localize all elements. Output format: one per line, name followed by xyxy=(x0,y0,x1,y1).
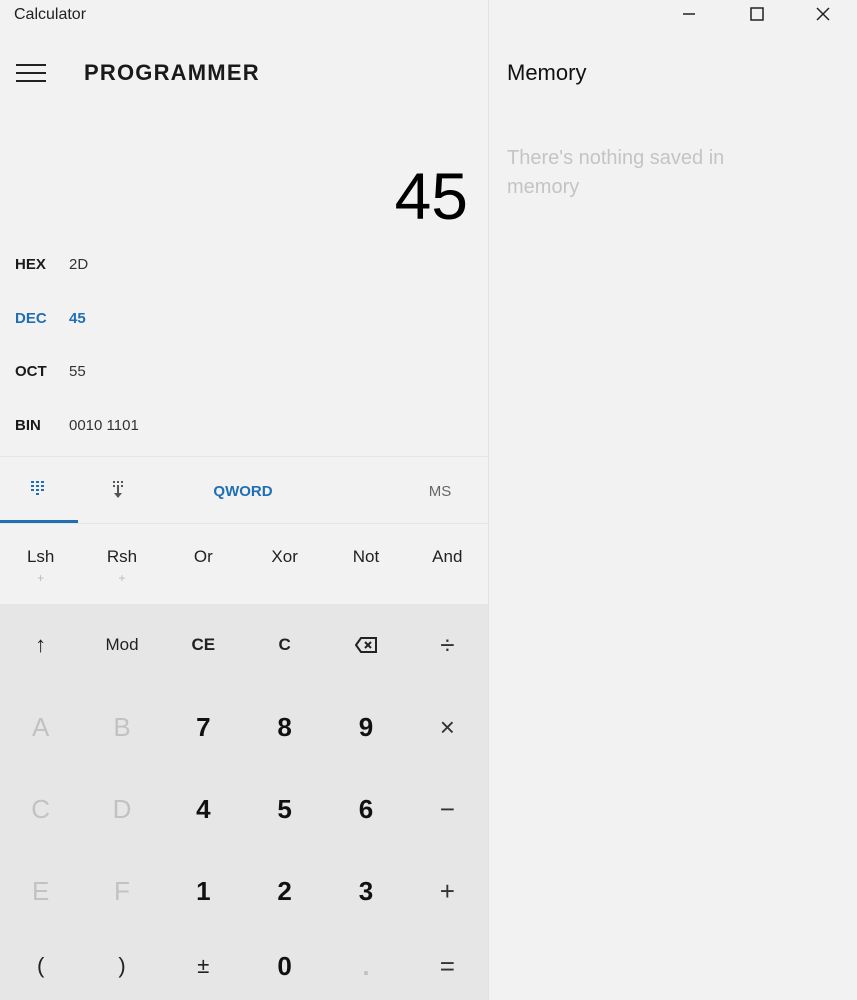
radix-label: HEX xyxy=(15,255,46,273)
bitop-sub: + xyxy=(118,571,126,585)
radix-hex[interactable]: HEX 2D xyxy=(0,244,488,284)
maximize-icon xyxy=(750,7,764,21)
key-b[interactable]: B xyxy=(81,686,162,768)
bitop-label: Lsh xyxy=(26,547,55,566)
close-paren-button[interactable]: ) xyxy=(81,932,162,1000)
rsh-button[interactable]: Rsh + xyxy=(81,526,162,604)
key-e[interactable]: E xyxy=(0,850,81,932)
keypad: ↑ Mod CE C ÷ A B 7 8 9 × C D 4 5 6 − E F… xyxy=(0,604,488,1000)
key-a[interactable]: A xyxy=(0,686,81,768)
subtract-button[interactable]: − xyxy=(407,768,488,850)
key-7[interactable]: 7 xyxy=(163,686,244,768)
bitop-label: Xor xyxy=(271,547,298,566)
bitop-sub: + xyxy=(37,571,45,585)
key-9[interactable]: 9 xyxy=(325,686,406,768)
keypad-icon xyxy=(31,481,44,495)
radix-label: BIN xyxy=(15,416,41,434)
radix-label: OCT xyxy=(15,362,47,380)
key-c[interactable]: C xyxy=(0,768,81,850)
decimal-button[interactable]: . xyxy=(325,932,406,1000)
result-display: 45 xyxy=(394,159,468,233)
keypad-mode-bar: QWORD MS xyxy=(0,460,488,522)
minimize-icon xyxy=(683,13,695,15)
window-title: Calculator xyxy=(14,6,87,23)
close-button[interactable] xyxy=(800,0,846,28)
divider xyxy=(0,456,488,457)
equals-button[interactable]: = xyxy=(407,932,488,1000)
bitop-label: Not xyxy=(352,547,380,566)
lsh-button[interactable]: Lsh + xyxy=(0,526,81,604)
memory-store-button[interactable]: MS xyxy=(395,460,485,522)
calculator-pane: Calculator PROGRAMMER 45 HEX 2D DEC 45 O… xyxy=(0,0,488,1000)
bit-toggle-icon xyxy=(113,481,123,498)
bitop-label: And xyxy=(432,547,463,566)
memory-title: Memory xyxy=(507,60,587,85)
key-f[interactable]: F xyxy=(81,850,162,932)
mode-title: PROGRAMMER xyxy=(84,60,260,85)
or-button[interactable]: Or xyxy=(163,526,244,604)
clear-entry-button[interactable]: CE xyxy=(163,604,244,686)
key-1[interactable]: 1 xyxy=(163,850,244,932)
tab-bit-toggling[interactable] xyxy=(78,460,160,522)
radix-label: DEC xyxy=(15,309,47,327)
radix-value: 2D xyxy=(69,255,89,273)
backspace-icon xyxy=(354,637,377,653)
key-6[interactable]: 6 xyxy=(325,768,406,850)
clear-button[interactable]: C xyxy=(244,604,325,686)
menu-button[interactable] xyxy=(12,58,52,88)
minimize-button[interactable] xyxy=(666,0,712,28)
hamburger-icon xyxy=(16,64,46,66)
key-3[interactable]: 3 xyxy=(325,850,406,932)
bitop-label: Or xyxy=(193,547,213,566)
shift-up-button[interactable]: ↑ xyxy=(0,604,81,686)
key-8[interactable]: 8 xyxy=(244,686,325,768)
radix-value: 45 xyxy=(69,309,86,327)
radix-bin[interactable]: BIN 0010 1101 xyxy=(0,405,488,445)
tab-full-keypad[interactable] xyxy=(0,460,78,522)
multiply-button[interactable]: × xyxy=(407,686,488,768)
key-2[interactable]: 2 xyxy=(244,850,325,932)
memory-empty-message: There's nothing saved in memory xyxy=(507,147,725,198)
not-button[interactable]: Not xyxy=(325,526,406,604)
radix-value: 55 xyxy=(69,362,86,380)
backspace-button[interactable] xyxy=(325,604,406,686)
and-button[interactable]: And xyxy=(407,526,488,604)
key-5[interactable]: 5 xyxy=(244,768,325,850)
key-0[interactable]: 0 xyxy=(244,932,325,1000)
bitwise-operators: Lsh + Rsh + Or Xor Not And xyxy=(0,526,488,604)
radix-oct[interactable]: OCT 55 xyxy=(0,351,488,391)
key-d[interactable]: D xyxy=(81,768,162,850)
open-paren-button[interactable]: ( xyxy=(0,932,81,1000)
negate-button[interactable]: ± xyxy=(163,932,244,1000)
mod-button[interactable]: Mod xyxy=(81,604,162,686)
divide-button[interactable]: ÷ xyxy=(407,604,488,686)
maximize-button[interactable] xyxy=(734,0,780,28)
add-button[interactable]: + xyxy=(407,850,488,932)
key-4[interactable]: 4 xyxy=(163,768,244,850)
bitop-label: Rsh xyxy=(106,547,138,566)
divider xyxy=(0,523,488,524)
close-icon xyxy=(816,7,830,21)
word-size-button[interactable]: QWORD xyxy=(160,460,326,522)
radix-value: 0010 1101 xyxy=(69,416,139,434)
xor-button[interactable]: Xor xyxy=(244,526,325,604)
radix-dec[interactable]: DEC 45 xyxy=(0,298,488,338)
memory-pane: Memory There's nothing saved in memory xyxy=(489,0,857,1000)
